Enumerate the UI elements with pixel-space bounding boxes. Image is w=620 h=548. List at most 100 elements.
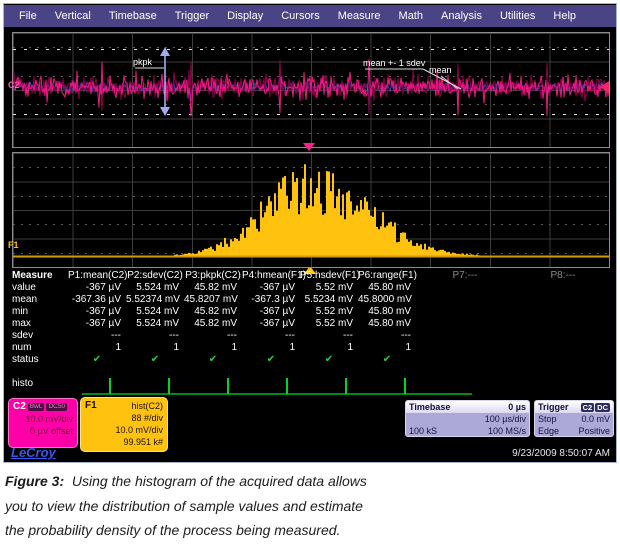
measure-sdev-p6: ---	[358, 330, 416, 342]
menu-bar: FileVerticalTimebaseTriggerDisplayCursor…	[4, 5, 616, 27]
measure-mean-p6: 45.8000 mV	[358, 294, 416, 306]
timebase-delay: 0 µs	[508, 402, 526, 412]
measure-corner-label: Measure	[6, 270, 68, 282]
measure-status-p1: ✔	[68, 354, 126, 366]
measure-row-label-mean: mean	[6, 294, 68, 306]
measure-col-header-p1: P1:mean(C2)	[68, 270, 126, 282]
measure-max-p3: 45.82 mV	[184, 318, 242, 330]
measure-value-p5: 5.52 mV	[300, 282, 358, 294]
c2-descriptor-box[interactable]: C2 BwL DC50 10.0 mV/div 0 µV offset	[8, 398, 78, 448]
measure-min-p6: 45.80 mV	[358, 306, 416, 318]
measure-sdev-p3: ---	[184, 330, 242, 342]
menu-utilities[interactable]: Utilities	[491, 10, 544, 22]
measure-num-p8	[514, 342, 612, 354]
measure-sdev-p5: ---	[300, 330, 358, 342]
f1-trace-label: F1	[8, 240, 19, 250]
timebase-per-div: 100 µs/div	[485, 413, 526, 425]
f1-descriptor-box[interactable]: F1 hist(C2) 88 #/div 10.0 mV/div 99.951 …	[80, 397, 168, 452]
measure-sdev-p4: ---	[242, 330, 300, 342]
menu-analysis[interactable]: Analysis	[432, 10, 491, 22]
measure-max-p6: 45.80 mV	[358, 318, 416, 330]
measure-max-p2: 5.524 mV	[126, 318, 184, 330]
c2-label: C2	[13, 401, 26, 413]
measure-min-p7	[416, 306, 514, 318]
measure-table: MeasureP1:mean(C2)P2:sdev(C2)P3:pkpk(C2)…	[6, 270, 612, 366]
measure-row-label-max: max	[6, 318, 68, 330]
measure-num-p5: 1	[300, 342, 358, 354]
measure-row-label-num: num	[6, 342, 68, 354]
timebase-rate: 100 MS/s	[488, 425, 526, 437]
measure-mean-p3: 45.8207 mV	[184, 294, 242, 306]
menu-vertical[interactable]: Vertical	[46, 10, 100, 22]
measure-col-header-p5: P5:hsdev(F1)	[300, 270, 358, 282]
measure-max-p7	[416, 318, 514, 330]
menu-cursors[interactable]: Cursors	[272, 10, 329, 22]
measure-status-p4: ✔	[242, 354, 300, 366]
menu-timebase[interactable]: Timebase	[100, 10, 166, 22]
f1-label: F1	[85, 400, 97, 412]
c2-offset: 0 µV offset	[13, 425, 73, 437]
measure-max-p4: -367 µV	[242, 318, 300, 330]
measure-min-p5: 5.52 mV	[300, 306, 358, 318]
measure-sdev-p1: ---	[68, 330, 126, 342]
trigger-title: Trigger	[538, 402, 569, 412]
trigger-mode: Stop	[538, 413, 557, 425]
c2-scale: 10.0 mV/div	[13, 413, 73, 425]
trigger-source-badge: C2	[581, 403, 595, 412]
menu-math[interactable]: Math	[390, 10, 432, 22]
trigger-level: 0.0 mV	[581, 413, 610, 425]
c2-coupling-badge: DC50	[46, 403, 67, 411]
c2-trace-label: C2	[8, 80, 20, 90]
figure-caption: Figure 3: Using the histogram of the acq…	[5, 469, 475, 543]
f1-histogram-trace	[13, 153, 609, 267]
measure-num-p4: 1	[242, 342, 300, 354]
trigger-box[interactable]: Trigger C2 DC Stop 0.0 mV Edge Positive	[534, 400, 614, 437]
measure-min-p4: -367 µV	[242, 306, 300, 318]
measure-value-p6: 45.80 mV	[358, 282, 416, 294]
measure-value-p1: -367 µV	[68, 282, 126, 294]
measure-sdev-p2: ---	[126, 330, 184, 342]
measure-col-header-p2: P2:sdev(C2)	[126, 270, 184, 282]
measure-status-p8	[514, 354, 612, 366]
histogram-panel[interactable]	[12, 152, 610, 268]
measure-min-p8	[514, 306, 612, 318]
caption-line1: Using the histogram of the acquired data…	[72, 473, 367, 489]
measure-min-p3: 45.82 mV	[184, 306, 242, 318]
measure-value-p2: 5.524 mV	[126, 282, 184, 294]
c2-bwl-badge: BwL	[28, 403, 45, 411]
measure-min-p1: -367 µV	[68, 306, 126, 318]
measure-num-p3: 1	[184, 342, 242, 354]
menu-help[interactable]: Help	[544, 10, 585, 22]
trigger-slope: Positive	[578, 425, 610, 437]
menu-measure[interactable]: Measure	[329, 10, 390, 22]
measure-min-p2: 5.524 mV	[126, 306, 184, 318]
measure-mean-p4: -367.3 µV	[242, 294, 300, 306]
measure-col-header-p4: P4:hmean(F1)	[242, 270, 300, 282]
measure-max-p5: 5.52 mV	[300, 318, 358, 330]
menu-trigger[interactable]: Trigger	[166, 10, 218, 22]
measure-mean-p8	[514, 294, 612, 306]
measure-col-header-p8: P8:---	[514, 270, 612, 282]
measure-value-p3: 45.82 mV	[184, 282, 242, 294]
histo-sparklines	[4, 374, 616, 398]
measure-sdev-p8	[514, 330, 612, 342]
measure-max-p8	[514, 318, 612, 330]
caption-label: Figure 3:	[5, 473, 64, 489]
menu-display[interactable]: Display	[218, 10, 272, 22]
measure-value-p4: -367 µV	[242, 282, 300, 294]
measure-row-label-sdev: sdev	[6, 330, 68, 342]
caption-line3: the probability density of the process b…	[5, 518, 475, 543]
measure-status-p2: ✔	[126, 354, 184, 366]
measure-row-label-status: status	[6, 354, 68, 366]
measure-col-header-p7: P7:---	[416, 270, 514, 282]
timebase-box[interactable]: Timebase 0 µs 100 µs/div 100 kS 100 MS/s	[405, 400, 530, 437]
oscilloscope-screenshot: FileVerticalTimebaseTriggerDisplayCursor…	[3, 3, 617, 463]
waveform-panel[interactable]: pkpk mean +- 1 sdev mean	[12, 32, 610, 148]
pkpk-arrow-and-pointers	[13, 33, 609, 147]
timestamp: 9/23/2009 8:50:07 AM	[512, 448, 610, 459]
measure-value-p7	[416, 282, 514, 294]
menu-file[interactable]: File	[10, 10, 46, 22]
measure-num-p1: 1	[68, 342, 126, 354]
measure-mean-p1: -367.36 µV	[68, 294, 126, 306]
measure-row-label-min: min	[6, 306, 68, 318]
